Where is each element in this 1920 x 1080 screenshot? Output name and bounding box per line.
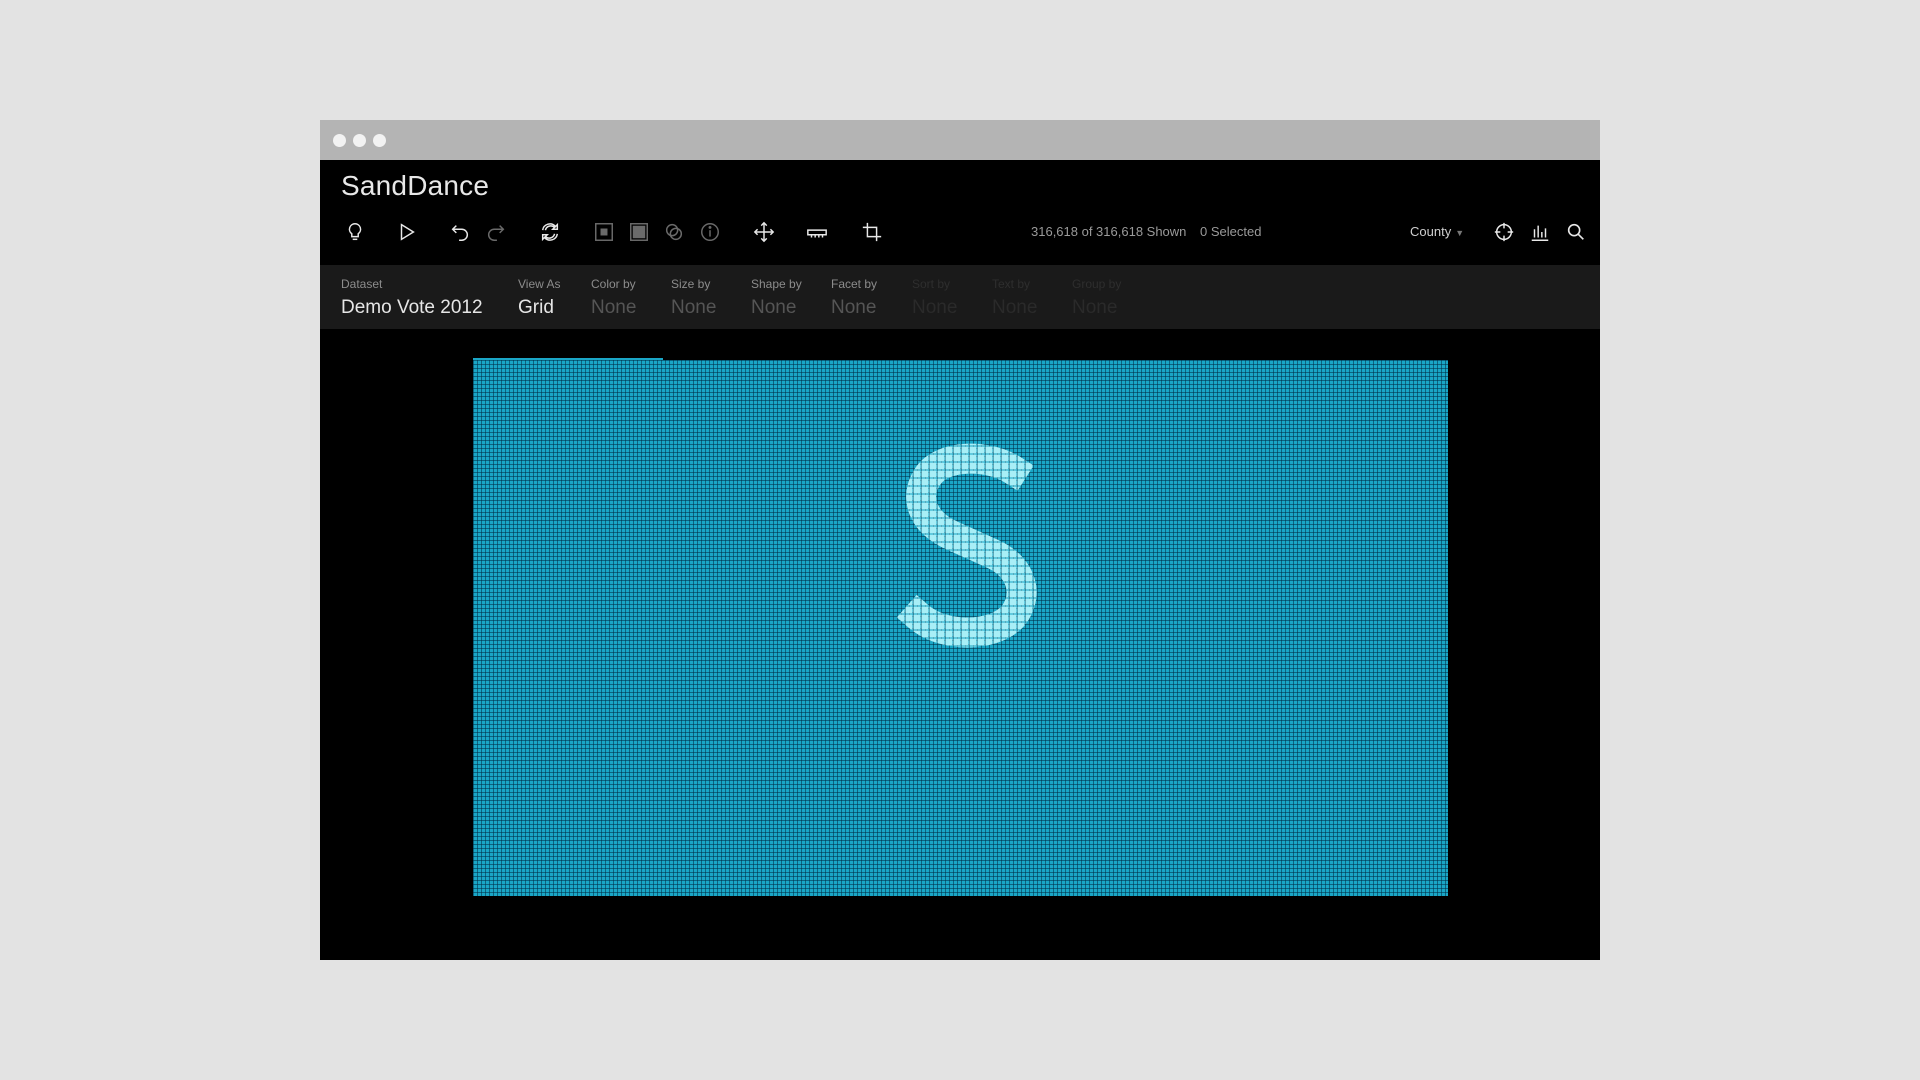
size-by-picker[interactable]: Size by None — [671, 277, 716, 319]
color-by-picker[interactable]: Color by None — [591, 277, 636, 319]
info-icon[interactable] — [698, 220, 722, 244]
crop-icon[interactable] — [860, 220, 884, 244]
view-as-value: Grid — [518, 297, 554, 318]
sort-by-value: None — [912, 297, 958, 318]
text-by-label: Text by — [992, 277, 1031, 291]
search-column-label: County — [1410, 224, 1452, 239]
search-icon[interactable] — [1564, 220, 1588, 244]
window-minimize-button[interactable] — [353, 134, 366, 147]
size-by-value: None — [671, 297, 717, 318]
window-chrome — [320, 120, 1600, 160]
size-by-label: Size by — [671, 277, 711, 291]
shape-by-label: Shape by — [751, 277, 802, 291]
facet-by-value: None — [831, 297, 877, 318]
play-icon[interactable] — [395, 220, 419, 244]
refresh-icon[interactable] — [538, 220, 562, 244]
sort-by-label: Sort by — [912, 277, 951, 291]
facet-by-label: Facet by — [831, 277, 878, 291]
grid-visualization[interactable] — [473, 358, 1448, 896]
group-by-value: None — [1072, 297, 1118, 318]
sanddance-s-logo — [896, 443, 1037, 648]
ruler-icon[interactable] — [805, 220, 829, 244]
shape-by-value: None — [751, 297, 797, 318]
redo-icon[interactable] — [484, 220, 508, 244]
move-icon[interactable] — [752, 220, 776, 244]
chevron-down-icon: ▼ — [1455, 228, 1465, 238]
bar-chart-icon[interactable] — [1528, 220, 1552, 244]
color-by-label: Color by — [591, 277, 636, 291]
exclude-icon[interactable] — [662, 220, 686, 244]
group-by-picker[interactable]: Group by None — [1072, 277, 1121, 319]
dataset-value: Demo Vote 2012 — [341, 297, 483, 318]
app-title: SandDance — [341, 170, 490, 201]
shown-count: 316,618 of 316,618 Shown — [1031, 224, 1187, 239]
view-as-picker[interactable]: View As Grid — [518, 277, 560, 319]
facet-by-picker[interactable]: Facet by None — [831, 277, 877, 319]
dataset-label: Dataset — [341, 277, 383, 291]
filled-square-icon[interactable] — [627, 220, 651, 244]
select-square-icon[interactable] — [592, 220, 616, 244]
app-window: SandDance 316,618 of 316,618 Shown 0 Sel… — [320, 120, 1600, 960]
text-by-value: None — [992, 297, 1038, 318]
property-bar: Dataset Demo Vote 2012 View As Grid Colo… — [320, 265, 1600, 329]
window-close-button[interactable] — [333, 134, 346, 147]
sort-by-picker[interactable]: Sort by None — [912, 277, 957, 319]
text-by-picker[interactable]: Text by None — [992, 277, 1037, 319]
window-maximize-button[interactable] — [373, 134, 386, 147]
dataset-picker[interactable]: Dataset Demo Vote 2012 — [341, 277, 483, 319]
group-by-label: Group by — [1072, 277, 1122, 291]
view-as-label: View As — [518, 277, 561, 291]
search-column-select[interactable]: County ▼ — [1410, 224, 1464, 239]
toolbar: 316,618 of 316,618 Shown 0 Selected Coun… — [320, 208, 1600, 256]
color-by-value: None — [591, 297, 637, 318]
crosshair-icon[interactable] — [1492, 220, 1516, 244]
lightbulb-icon[interactable] — [343, 220, 367, 244]
selected-count: 0 Selected — [1200, 224, 1262, 239]
undo-icon[interactable] — [448, 220, 472, 244]
shape-by-picker[interactable]: Shape by None — [751, 277, 802, 319]
